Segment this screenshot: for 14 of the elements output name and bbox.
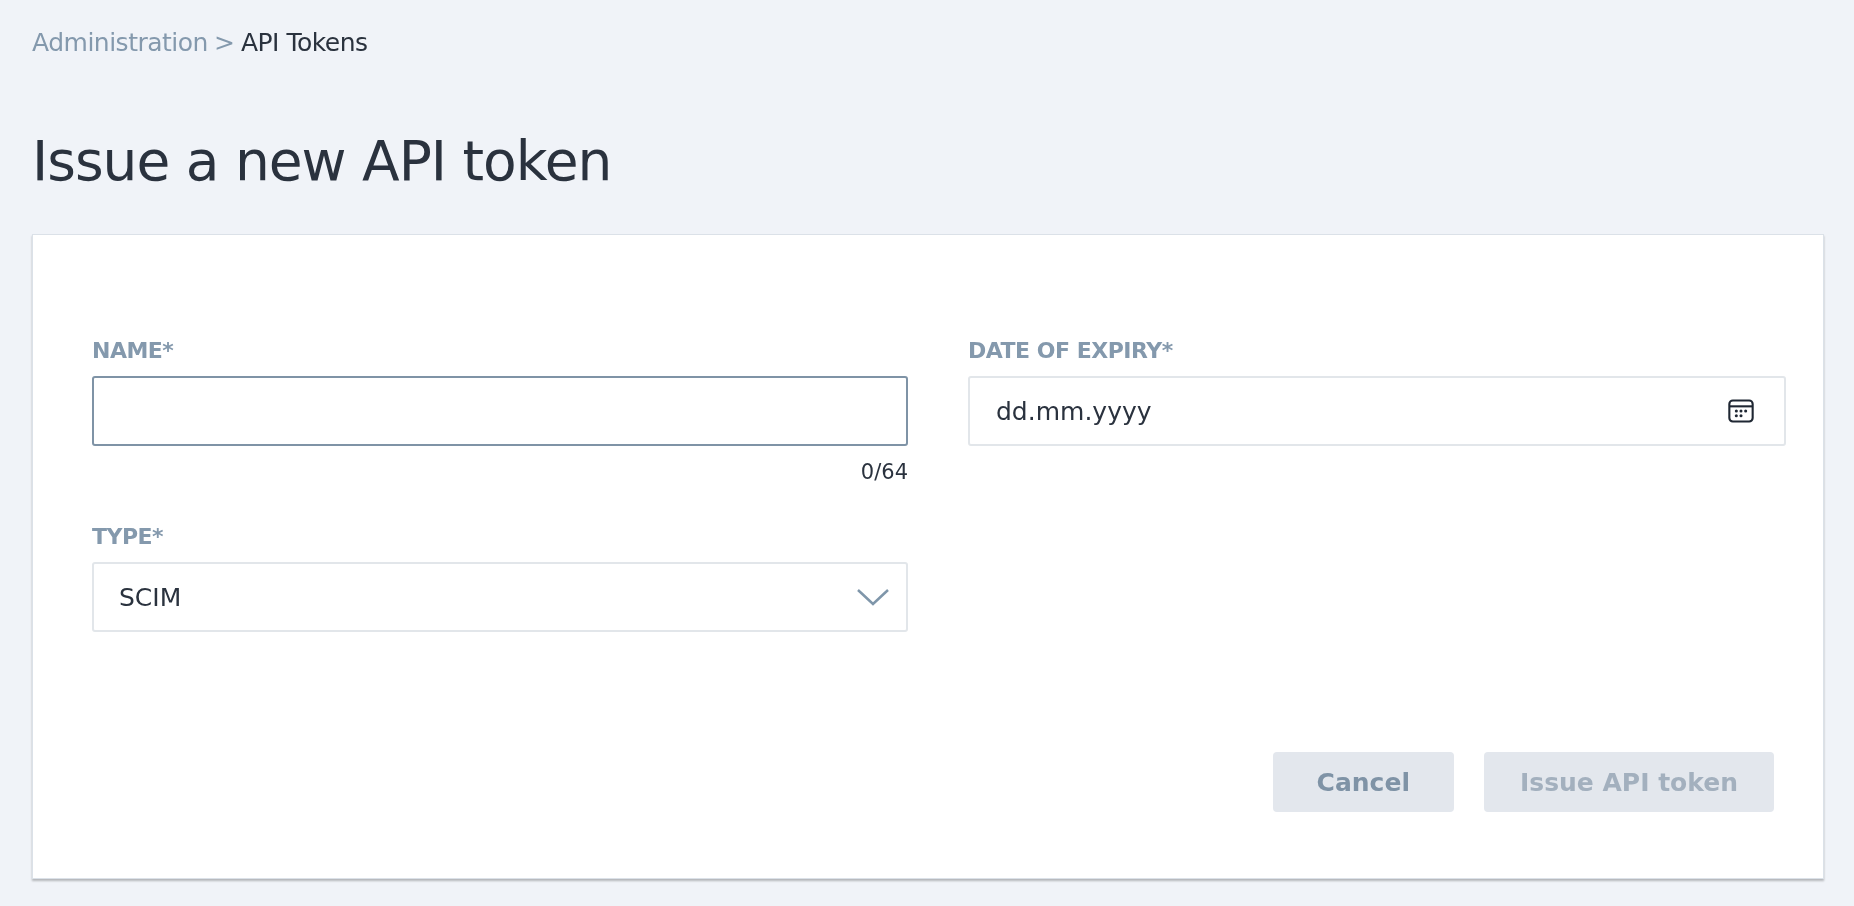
field-label: TYPE*: [92, 524, 165, 551]
name-input-field[interactable]: [92, 376, 908, 446]
type-select[interactable]: SCIM: [92, 562, 908, 632]
chevron-down-icon: [856, 587, 890, 607]
breadcrumb-link[interactable]: Administration: [32, 27, 208, 57]
page-title: Issue a new API token: [32, 128, 613, 195]
date-input-field[interactable]: dd.mm.yyyy: [968, 376, 1786, 446]
breadcrumb-current: API Tokens: [240, 27, 368, 57]
calendar-icon[interactable]: [1727, 397, 1755, 425]
field-label: NAME*: [92, 338, 175, 365]
field-label: DATE OF EXPIRY*: [968, 338, 1174, 365]
character-counter: 0/64: [859, 459, 908, 486]
breadcrumb-separator: >: [213, 27, 235, 57]
cancel-button[interactable]: Cancel: [1272, 752, 1454, 812]
